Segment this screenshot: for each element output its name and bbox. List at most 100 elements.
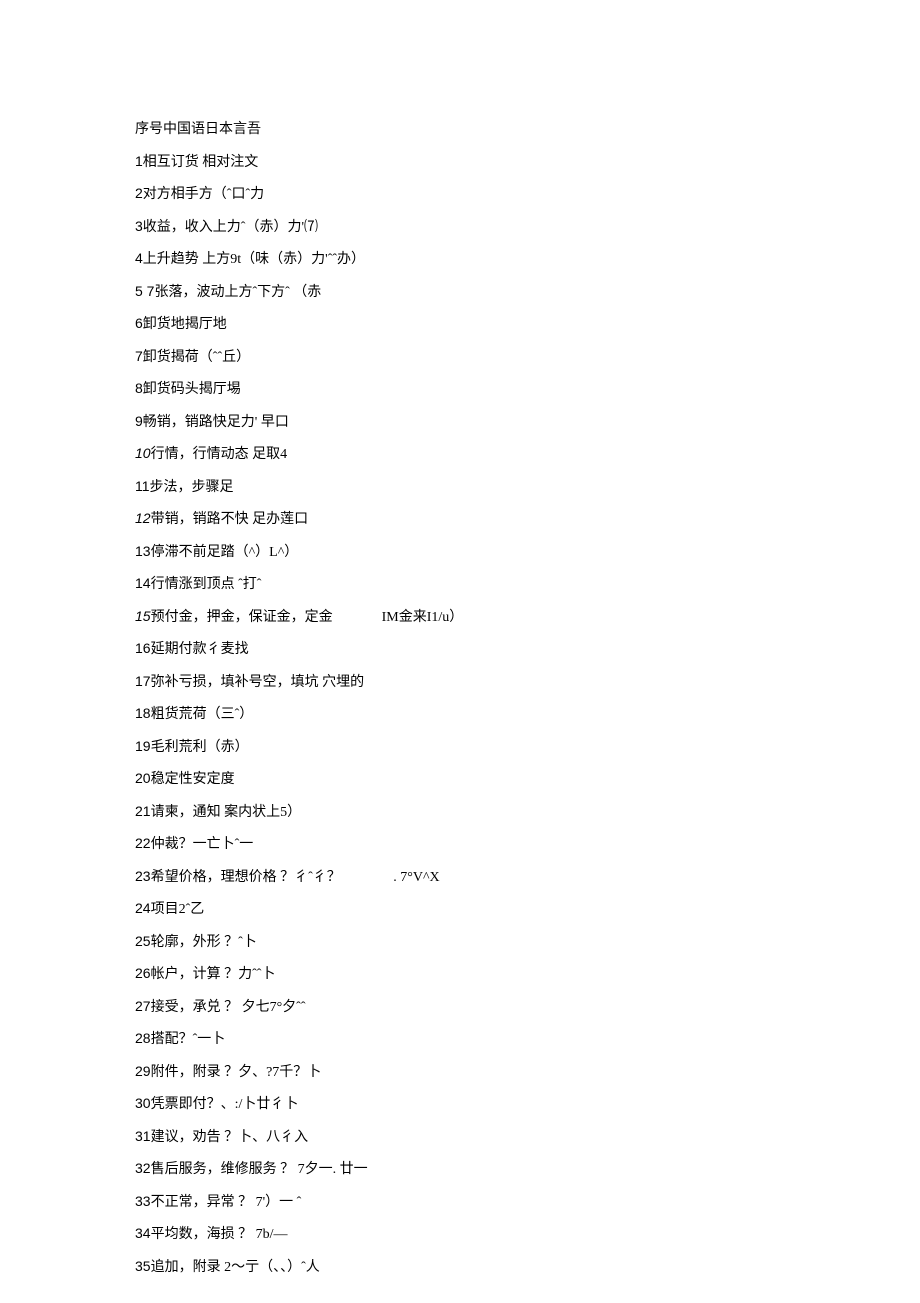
entry-text: 张落，波动上方ˆ下方ˆ （赤 <box>154 285 321 300</box>
entry-text: 步法，步骤足 <box>150 480 234 495</box>
entry-line: 3收益，收入上力ˆ（赤）力'⑺ <box>135 211 735 244</box>
entry-line: 33不正常，异常 ？ 7'）一 ˆ <box>135 1186 735 1219</box>
entry-number: 6 <box>135 315 143 331</box>
entry-number: 27 <box>135 998 151 1014</box>
entry-number: 25 <box>135 933 151 949</box>
entry-number: 2 <box>135 185 143 201</box>
entry-line: 1相互订货 相对注文 <box>135 146 735 179</box>
entry-text: 建议，劝告 ？卜、八彳入 <box>151 1130 309 1145</box>
entry-text: 卸货揭荷（ˆˆ丘） <box>143 350 250 365</box>
entry-line: 6卸货地揭厅地 <box>135 308 735 341</box>
entry-text: 轮廓，外形 ？ˆ卜 <box>151 935 257 950</box>
entry-line: 5 7张落，波动上方ˆ下方ˆ （赤 <box>135 276 735 309</box>
entry-text: 请柬，通知 案内状上5） <box>151 805 302 820</box>
entry-number: 19 <box>135 738 151 754</box>
entry-text: 希望价格，理想价格 ？彳ˆ彳？ . 7°V^X <box>151 870 440 885</box>
entry-line: 18粗货荒荷（三ˆ） <box>135 698 735 731</box>
entry-line: 23希望价格，理想价格 ？彳ˆ彳？ . 7°V^X <box>135 861 735 894</box>
entry-line: 26帐户，计算 ？力ˆˆ卜 <box>135 958 735 991</box>
entry-text: 卸货地揭厅地 <box>143 317 227 332</box>
entry-number: 35 <box>135 1258 151 1274</box>
entry-line: 12带销，销路不快 足办莲口 <box>135 503 735 536</box>
entry-text: 相互订货 相对注文 <box>143 155 259 170</box>
entry-line: 28搭配？ˆ一卜 <box>135 1023 735 1056</box>
document-page: 序号中国语日本言吾 1相互订货 相对注文2对方相手方（ˆ口ˆ力3收益，收入上力ˆ… <box>0 0 735 1283</box>
entry-number: 7 <box>135 348 143 364</box>
entry-text: 售后服务，维修服务 ？ 7夕一. 廿一 <box>151 1162 368 1177</box>
entry-line: 25轮廓，外形 ？ˆ卜 <box>135 926 735 959</box>
entry-line: 15预付金，押金，保证金，定金 IM金来I1/u） <box>135 601 735 634</box>
entry-text: 弥补亏损，填补号空，填坑 穴埋的 <box>151 675 365 690</box>
entry-number: 12 <box>135 510 151 526</box>
entry-number: 33 <box>135 1193 151 1209</box>
entry-number: 22 <box>135 835 151 851</box>
entry-number: 23 <box>135 868 151 884</box>
entry-line: 19毛利荒利（赤） <box>135 731 735 764</box>
entry-text: 稳定性安定度 <box>151 772 235 787</box>
entry-text: 帐户，计算 ？力ˆˆ卜 <box>151 967 276 982</box>
entry-number: 4 <box>135 250 143 266</box>
entry-line: 30凭票即付？、:/卜廿彳卜 <box>135 1088 735 1121</box>
entry-number: 14 <box>135 575 151 591</box>
line-list: 1相互订货 相对注文2对方相手方（ˆ口ˆ力3收益，收入上力ˆ（赤）力'⑺4上升趋… <box>135 146 735 1284</box>
entry-number: 1 <box>135 153 143 169</box>
entry-number: 13 <box>135 543 151 559</box>
entry-line: 7卸货揭荷（ˆˆ丘） <box>135 341 735 374</box>
entry-line: 2对方相手方（ˆ口ˆ力 <box>135 178 735 211</box>
entry-number: 20 <box>135 770 151 786</box>
entry-line: 32售后服务，维修服务 ？ 7夕一. 廿一 <box>135 1153 735 1186</box>
entry-line: 27接受，承兑 ？ 夕七7°夕ˆˆ <box>135 991 735 1024</box>
entry-line: 17弥补亏损，填补号空，填坑 穴埋的 <box>135 666 735 699</box>
entry-text: 行情涨到顶点 ˆ打ˆ <box>151 577 262 592</box>
entry-text: 畅销，销路快足力' 早口 <box>143 415 289 430</box>
entry-number: 17 <box>135 673 151 689</box>
entry-line: 35追加，附录 2〜亍（、、）ˆ人 <box>135 1251 735 1284</box>
entry-line: 4上升趋势 上方9t（味（赤）力'ˆˆ办） <box>135 243 735 276</box>
entry-number: 24 <box>135 900 151 916</box>
entry-text: 卸货码头揭厅埸 <box>143 382 241 397</box>
entry-number: 8 <box>135 380 143 396</box>
entry-number: 26 <box>135 965 151 981</box>
entry-number: 11 <box>135 478 150 494</box>
entry-number: 30 <box>135 1095 151 1111</box>
entry-line: 34平均数，海损 ？ 7b/— <box>135 1218 735 1251</box>
entry-text: 项目2ˆ乙 <box>151 902 205 917</box>
entry-text: 追加，附录 2〜亍（、、）ˆ人 <box>151 1260 320 1275</box>
entry-text: 凭票即付？、:/卜廿彳卜 <box>151 1097 299 1112</box>
entry-line: 8卸货码头揭厅埸 <box>135 373 735 406</box>
entry-text: 上升趋势 上方9t（味（赤）力'ˆˆ办） <box>143 252 365 267</box>
entry-text: 搭配？ˆ一卜 <box>151 1032 226 1047</box>
entry-text: 仲裁？一亡卜ˆ一 <box>151 837 254 852</box>
entry-line: 13停滞不前足踏（^）L^） <box>135 536 735 569</box>
entry-text: 行情，行情动态 足取4 <box>151 447 288 462</box>
entry-line: 10行情，行情动态 足取4 <box>135 438 735 471</box>
entry-line: 20稳定性安定度 <box>135 763 735 796</box>
entry-text: 预付金，押金，保证金，定金 IM金来I1/u） <box>151 610 464 625</box>
entry-text: 停滞不前足踏（^）L^） <box>151 545 299 560</box>
entry-text: 带销，销路不快 足办莲口 <box>151 512 309 527</box>
entry-line: 21请柬，通知 案内状上5） <box>135 796 735 829</box>
entry-number: 29 <box>135 1063 151 1079</box>
entry-line: 11步法，步骤足 <box>135 471 735 504</box>
entry-line: 29附件，附录 ？夕、?7千？卜 <box>135 1056 735 1089</box>
entry-number: 18 <box>135 705 151 721</box>
entry-text: 不正常，异常 ？ 7'）一 ˆ <box>151 1195 302 1210</box>
entry-line: 31建议，劝告 ？卜、八彳入 <box>135 1121 735 1154</box>
entry-line: 14行情涨到顶点 ˆ打ˆ <box>135 568 735 601</box>
entry-number: 31 <box>135 1128 151 1144</box>
entry-number: 15 <box>135 608 151 624</box>
entry-line: 9畅销，销路快足力' 早口 <box>135 406 735 439</box>
entry-number: 34 <box>135 1225 151 1241</box>
entry-text: 附件，附录 ？夕、?7千？卜 <box>151 1065 322 1080</box>
entry-number: 32 <box>135 1160 151 1176</box>
entry-number: 21 <box>135 803 151 819</box>
entry-line: 24项目2ˆ乙 <box>135 893 735 926</box>
entry-text: 延期付款彳麦找 <box>151 642 249 657</box>
entry-text: 平均数，海损 ？ 7b/— <box>151 1227 288 1242</box>
entry-text: 接受，承兑 ？ 夕七7°夕ˆˆ <box>151 1000 306 1015</box>
entry-text: 粗货荒荷（三ˆ） <box>151 707 254 722</box>
entry-number: 3 <box>135 218 143 234</box>
entry-text: 收益，收入上力ˆ（赤）力'⑺ <box>143 220 318 235</box>
entry-line: 16延期付款彳麦找 <box>135 633 735 666</box>
entry-number: 5 7 <box>135 283 154 299</box>
